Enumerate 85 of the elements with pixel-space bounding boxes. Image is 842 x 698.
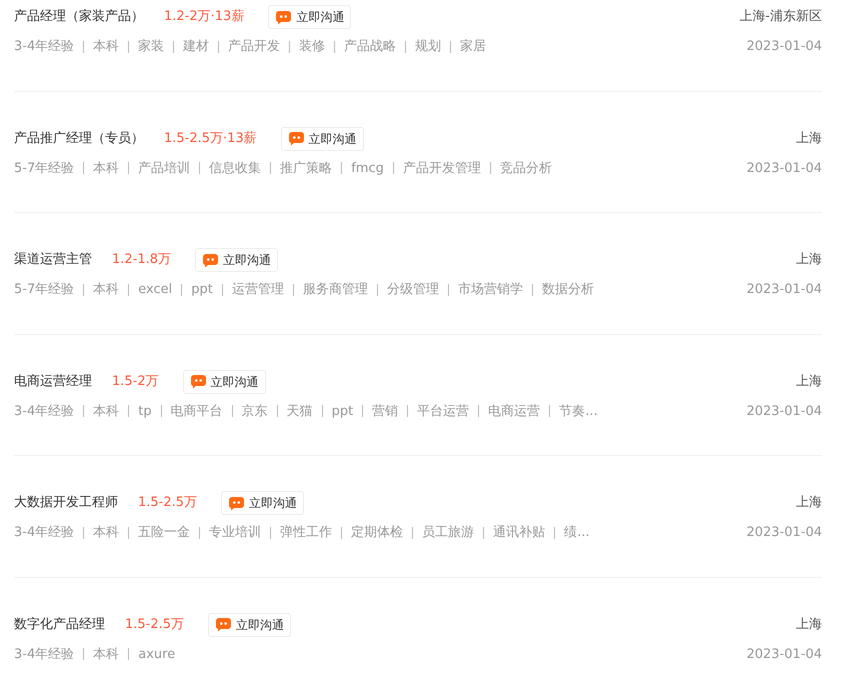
job-tag: 天猫 [286,402,313,421]
job-tag: 弹性工作 [280,523,332,542]
chat-button[interactable]: 立即沟通 [195,248,278,272]
location-text: 上海 [796,372,822,391]
salary-text: 1.2-1.8万 [112,251,172,270]
date-text: 2023-01-04 [746,646,822,664]
job-tag: 产品开发 [228,37,280,56]
job-tag: 规划 [415,37,442,56]
chat-bubble-icon [190,374,207,389]
job-tag: 京东 [242,402,268,421]
location-text: 上海-浦东新区 [739,8,822,26]
job-tag: 定期体检 [351,523,404,542]
date-text: 2023-01-04 [746,38,822,56]
job-tag: 本科 [93,523,120,542]
job-tag: 家装 [138,37,164,56]
job-tag: ppt [332,402,354,421]
job-tag: 3-4年经验 [14,644,74,664]
salary-text: 1.5-2.5万 [125,616,184,634]
job-tag: 五险一金 [138,523,190,542]
location-text: 上海 [796,130,822,148]
salary-text: 1.5-2.5万·13薪 [164,130,257,148]
job-tag: 3-4年经验 [14,37,74,56]
location-text: 上海 [796,494,822,512]
date-text: 2023-01-04 [746,160,822,178]
job-tag: 产品战略 [344,37,396,56]
job-tag: 员工旅游 [422,523,474,542]
chat-bubble-icon [202,252,220,268]
chat-button[interactable]: 立即沟通 [280,126,364,150]
job-tag: 本科 [93,158,120,178]
job-tag: 电商运营 [488,402,540,421]
job-tag: 5-7年经验 [14,280,74,300]
job-tag: 专业培训 [209,523,262,542]
job-tag: ppt [191,280,213,300]
job-tag: 本科 [93,644,120,664]
job-tag: 3-4年经验 [14,523,74,542]
job-tag: 本科 [93,280,120,300]
salary-text: 1.5-2.5万 [138,494,198,512]
job-tag: tp [138,402,152,421]
date-text: 2023-01-04 [746,524,822,542]
job-tag: 家居 [460,37,486,56]
job-tag: 装修 [299,37,326,56]
salary-text: 1.2-2万·13薪 [164,8,244,26]
job-tag: 营销 [372,402,398,421]
job-tag: 3-4年经验 [14,402,74,421]
job-tag: 竞品分析 [500,158,552,178]
job-tag: 通讯补贴 [493,523,546,542]
chat-bubble-icon [288,131,305,146]
job-tag: 电商平台 [170,402,223,421]
job-tag: axure [138,644,176,664]
job-title: 渠道运营主管 [14,251,92,270]
date-text: 2023-01-04 [746,402,822,420]
job-title: 数字化产品经理 [14,616,105,634]
job-tag: 推广策略 [280,158,332,178]
job-tag: 产品培训 [138,158,190,178]
chat-button[interactable]: 立即沟通 [268,5,352,29]
salary-text: 1.5-2万 [112,372,159,391]
job-tag: 5-7年经验 [14,158,74,178]
chat-button[interactable]: 立即沟通 [221,491,304,515]
chat-bubble-icon [215,617,232,632]
location-text: 上海 [796,251,822,270]
job-tag: 分级管理 [386,280,439,300]
chat-bubble-icon [228,496,246,510]
job-title: 产品推广经理（专员） [14,130,144,148]
date-text: 2023-01-04 [746,281,822,299]
job-tag: 建材 [183,37,210,56]
location-text: 上海 [796,616,822,634]
job-tag: 运营管理 [232,280,284,300]
job-tag: 绩... [564,523,590,542]
job-title: 大数据开发工程师 [14,494,118,512]
job-tag: 本科 [93,402,120,421]
job-tag: 服务商管理 [302,280,368,300]
job-tag: 本科 [93,37,120,56]
job-tag: 市场营销学 [458,280,523,300]
job-tag: fmcg [351,158,384,178]
job-tag: excel [138,280,172,300]
job-tag: 数据分析 [542,280,594,300]
job-title: 产品经理（家装产品） [14,8,144,26]
job-title: 电商运营经理 [14,372,92,391]
job-tag: 信息收集 [209,158,262,178]
chat-button[interactable]: 立即沟通 [182,370,266,394]
job-tag: 产品开发管理 [402,158,481,178]
job-tag: 节奏... [559,402,598,421]
chat-button[interactable]: 立即沟通 [208,612,292,636]
chat-bubble-icon [275,10,292,24]
job-tag: 平台运营 [417,402,470,421]
